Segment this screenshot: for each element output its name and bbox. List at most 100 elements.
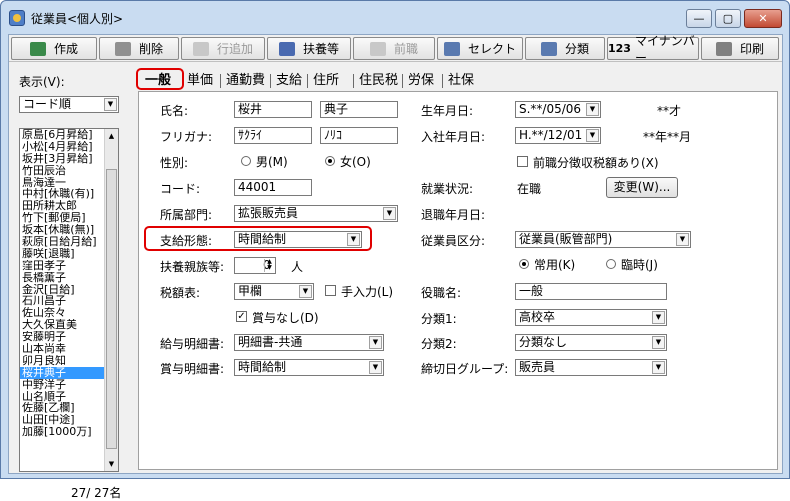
chevron-down-icon: ▼ <box>652 336 665 349</box>
manual-input-label: 手入力(L) <box>341 285 394 299</box>
birth-date-label: 生年月日: <box>421 104 474 118</box>
app-icon <box>9 10 25 26</box>
tab-separator <box>402 74 403 88</box>
dependents-stepper[interactable]: 0 ▲ ▼ <box>234 257 276 274</box>
kana-label: フリガナ: <box>160 130 213 144</box>
hire-date-select[interactable]: H.**/12/01 ▼ <box>515 127 601 144</box>
detail-panel: 一般 単価 通勤費 支給 住所 住民税 労保 社保 氏名: 桜井 典子 フリガナ… <box>133 66 783 472</box>
class1-label: 分類1: <box>421 312 457 326</box>
first-name-field[interactable]: 典子 <box>320 101 398 118</box>
create-button[interactable]: 作成 <box>11 37 97 60</box>
dependents-button[interactable]: 扶養等 <box>267 37 351 60</box>
dependents-label: 扶養親族等: <box>160 260 225 274</box>
close-button[interactable]: ✕ <box>744 9 782 28</box>
last-kana-field[interactable]: ｻｸﾗｲ <box>234 127 312 144</box>
code-field[interactable]: 44001 <box>234 179 312 196</box>
bonus-slip-label: 賞与明細書: <box>160 362 225 376</box>
scroll-down-icon[interactable]: ▼ <box>106 458 117 470</box>
name-label: 氏名: <box>160 104 189 118</box>
closing-group-select[interactable]: 販売員 ▼ <box>515 359 667 376</box>
chevron-down-icon: ▼ <box>676 233 689 246</box>
minimize-button[interactable]: — <box>686 9 712 28</box>
tab-labor-insurance[interactable]: 労保 <box>406 71 436 91</box>
display-label: 表示(V): <box>19 75 65 89</box>
chevron-down-icon: ▼ <box>369 361 382 374</box>
doc-icon <box>369 41 386 56</box>
female-radio[interactable] <box>325 156 335 166</box>
title-bar: 従業員<個人別> — ▢ ✕ <box>1 1 789 33</box>
tab-separator <box>220 74 221 88</box>
tab-resident-tax[interactable]: 住民税 <box>357 71 400 91</box>
pay-form-select[interactable]: 時間給制 ▼ <box>234 231 362 248</box>
change-status-button[interactable]: 変更(W)... <box>606 177 678 198</box>
employee-list[interactable]: 原島[6月昇給] 小松[4月昇給] 坂井[3月昇給] 竹田辰治 鳥海達一 中村[休職(有)… <box>19 128 119 472</box>
mynumber-button[interactable]: 123 マイナンバー <box>607 34 699 65</box>
toolbar: 作成 削除 行追加 扶養等 前職 セレクト 分類 123 マイナンバー 印刷 <box>9 34 782 65</box>
male-radio[interactable] <box>241 156 251 166</box>
age-value: **才 <box>657 104 682 118</box>
bonus-slip-select[interactable]: 時間給制 ▼ <box>234 359 384 376</box>
gender-label: 性別: <box>160 156 189 170</box>
print-icon <box>715 41 732 56</box>
tab-separator <box>442 74 443 88</box>
chevron-down-icon: ▼ <box>299 285 312 298</box>
first-kana-field[interactable]: ﾉﾘｺ <box>320 127 398 144</box>
manual-input-checkbox[interactable] <box>325 285 336 296</box>
regular-radio-label: 常用(K) <box>534 258 576 272</box>
previous-job-button[interactable]: 前職 <box>353 37 435 60</box>
list-scrollbar[interactable]: ▲ ▼ <box>104 129 118 471</box>
payslip-select[interactable]: 明細書-共通 ▼ <box>234 334 384 351</box>
regular-radio[interactable] <box>519 259 529 269</box>
maximize-button[interactable]: ▢ <box>715 9 741 28</box>
spin-arrows-icon[interactable]: ▲ ▼ <box>264 259 274 272</box>
code-label: コード: <box>160 182 201 196</box>
trash-icon <box>114 41 131 56</box>
print-button[interactable]: 印刷 <box>701 37 779 60</box>
sort-order-select[interactable]: コード順 ▼ <box>19 96 119 113</box>
position-field[interactable]: 一般 <box>515 283 667 300</box>
add-row-button[interactable]: 行追加 <box>181 37 265 60</box>
chevron-down-icon: ▼ <box>383 207 396 220</box>
create-icon <box>29 41 46 56</box>
chevron-down-icon: ▼ <box>369 336 382 349</box>
delete-button[interactable]: 削除 <box>99 37 179 60</box>
temporary-radio[interactable] <box>606 259 616 269</box>
prev-job-tax-label: 前職分徴収税額あり(X) <box>533 156 659 170</box>
class2-select[interactable]: 分類なし ▼ <box>515 334 667 351</box>
select-button[interactable]: セレクト <box>437 37 523 60</box>
chevron-down-icon: ▼ <box>652 361 665 374</box>
tab-allowance[interactable]: 支給 <box>274 71 304 91</box>
prev-job-tax-checkbox[interactable] <box>517 156 528 167</box>
pay-form-label: 支給形態: <box>160 234 213 248</box>
birth-date-select[interactable]: S.**/05/06 ▼ <box>515 101 601 118</box>
tab-general[interactable]: 一般 <box>143 71 173 91</box>
category-button[interactable]: 分類 <box>525 37 605 60</box>
grid-icon <box>192 41 209 56</box>
employee-class-select[interactable]: 従業員(販管部門) ▼ <box>515 231 691 248</box>
chevron-down-icon: ▼ <box>586 103 599 116</box>
employee-sidebar: 表示(V): コード順 ▼ 原島[6月昇給] 小松[4月昇給] 坂井[3月昇給] 竹田辰… <box>11 66 129 500</box>
mynumber-icon: 123 <box>608 42 631 55</box>
class2-label: 分類2: <box>421 337 457 351</box>
scroll-thumb[interactable] <box>106 169 117 449</box>
tab-unit-price[interactable]: 単価 <box>185 71 215 91</box>
chevron-down-icon: ▼ <box>104 98 117 111</box>
last-name-field[interactable]: 桜井 <box>234 101 312 118</box>
no-bonus-label: 賞与なし(D) <box>252 311 319 325</box>
general-tab-content: 氏名: 桜井 典子 フリガナ: ｻｸﾗｲ ﾉﾘｺ 性別: 男(M) 女(O) コ… <box>138 91 778 470</box>
tab-commute[interactable]: 通勤費 <box>224 71 267 91</box>
employee-count: 27/ 27名 <box>71 486 122 500</box>
family-icon <box>278 41 295 56</box>
app-window: 従業員<個人別> — ▢ ✕ 作成 削除 行追加 扶養等 前職 セレクト 分類 … <box>0 0 790 500</box>
department-select[interactable]: 拡張販売員 ▼ <box>234 205 398 222</box>
tab-address[interactable]: 住所 <box>311 71 341 91</box>
no-bonus-checkbox[interactable]: ✓ <box>236 311 247 322</box>
scroll-up-icon[interactable]: ▲ <box>106 130 117 142</box>
tax-table-select[interactable]: 甲欄 ▼ <box>234 283 314 300</box>
class1-select[interactable]: 高校卒 ▼ <box>515 309 667 326</box>
client-area: 作成 削除 行追加 扶養等 前職 セレクト 分類 123 マイナンバー 印刷 表示… <box>8 34 783 500</box>
window-title: 従業員<個人別> <box>31 12 124 26</box>
tab-social-insurance[interactable]: 社保 <box>446 71 476 91</box>
tax-table-label: 税額表: <box>160 286 201 300</box>
select-icon <box>443 41 460 56</box>
